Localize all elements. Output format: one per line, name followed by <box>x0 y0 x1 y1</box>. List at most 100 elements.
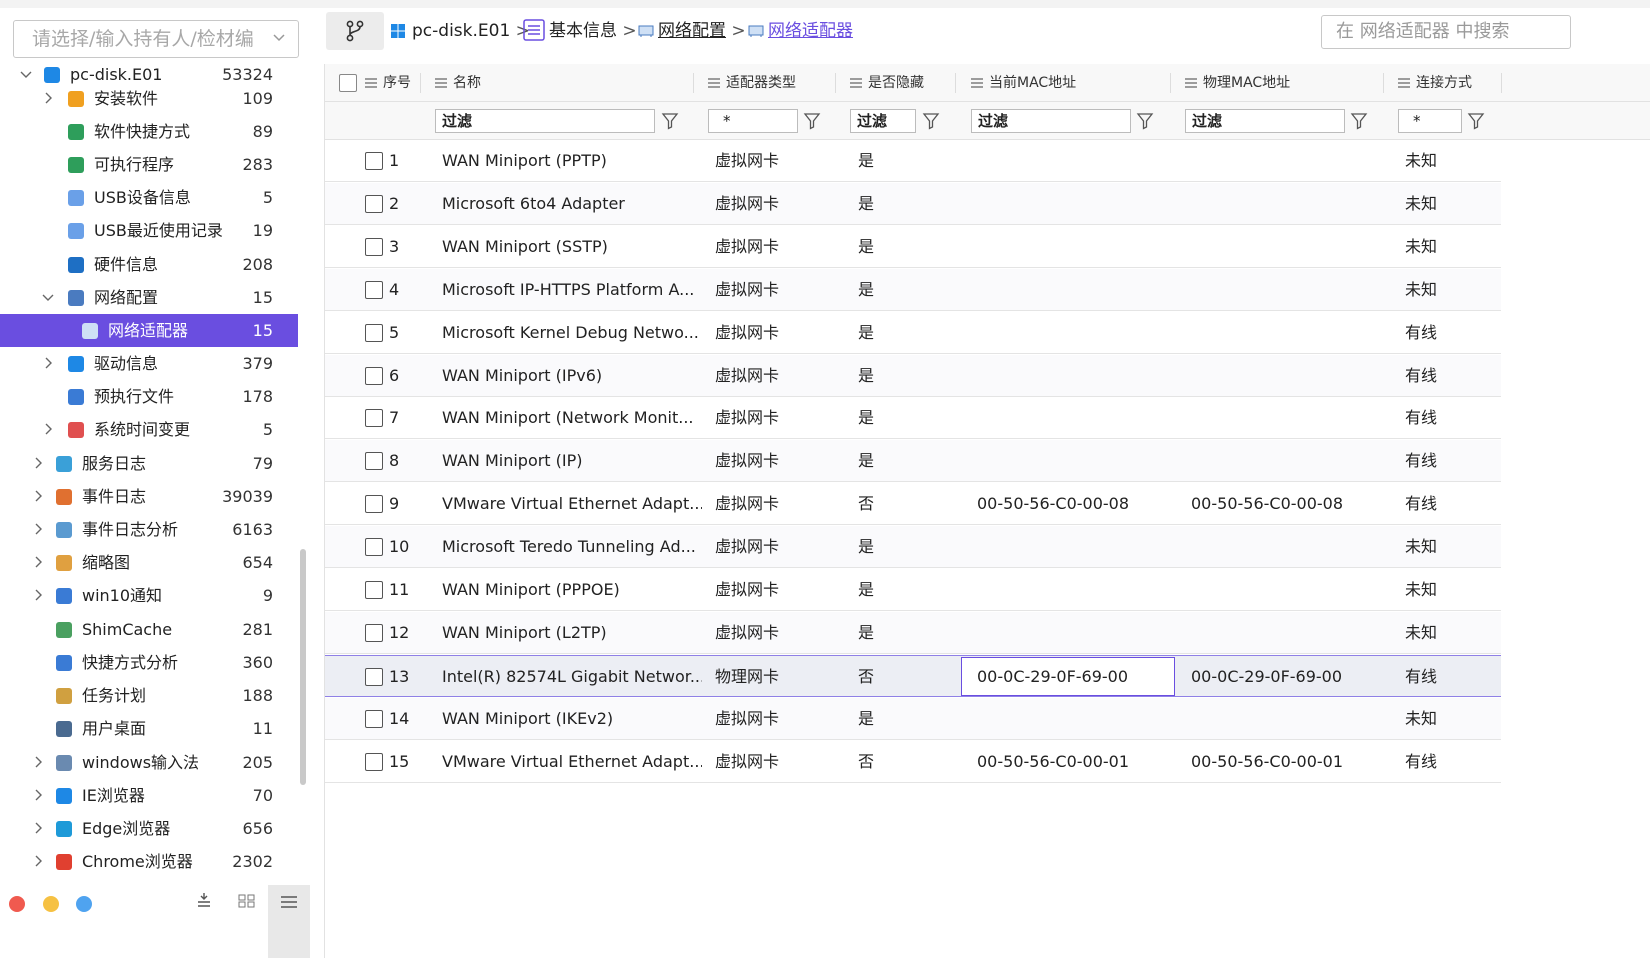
table-cell[interactable] <box>977 397 1177 439</box>
table-cell[interactable]: 9 <box>389 483 429 525</box>
column-resize-handle[interactable] <box>1501 73 1502 93</box>
table-cell[interactable]: 是 <box>858 355 968 397</box>
chevron-down-icon[interactable] <box>42 291 54 303</box>
minimize-window-dot[interactable] <box>43 896 59 912</box>
table-cell[interactable]: VMware Virtual Ethernet Adapt... <box>442 741 702 783</box>
column-header[interactable]: 适配器类型 <box>708 64 796 102</box>
row-checkbox[interactable] <box>365 581 383 599</box>
table-cell[interactable] <box>1191 440 1391 482</box>
row-checkbox[interactable] <box>365 667 383 686</box>
table-cell[interactable]: Microsoft Teredo Tunneling Ad... <box>442 526 702 568</box>
column-menu-icon[interactable] <box>850 78 862 88</box>
sidebar-item[interactable]: 硬件信息 208 <box>0 248 298 281</box>
table-cell[interactable] <box>977 698 1177 740</box>
row-checkbox[interactable] <box>365 194 383 213</box>
column-menu-icon[interactable] <box>971 78 983 88</box>
sidebar-item[interactable]: win10通知 9 <box>0 579 298 612</box>
table-cell[interactable] <box>1191 698 1391 740</box>
column-filter-input[interactable]: 过滤 <box>435 109 655 133</box>
column-resize-handle[interactable] <box>1383 73 1384 93</box>
table-cell[interactable]: 未知 <box>1405 569 1495 611</box>
branch-button[interactable] <box>326 12 384 50</box>
breadcrumb-item-network-config[interactable]: 网络配置 > <box>638 12 746 50</box>
row-checkbox[interactable] <box>365 709 383 728</box>
chevron-right-icon[interactable] <box>32 490 44 502</box>
table-cell[interactable]: 未知 <box>1405 140 1495 182</box>
table-cell[interactable]: 虚拟网卡 <box>715 397 845 439</box>
table-cell[interactable] <box>1191 397 1391 439</box>
sidebar-item[interactable]: 服务日志 79 <box>0 447 298 480</box>
table-cell[interactable]: 00-50-56-C0-00-01 <box>977 741 1177 783</box>
table-cell[interactable]: WAN Miniport (IKEv2) <box>442 698 702 740</box>
column-header[interactable]: 是否隐藏 <box>850 64 924 102</box>
table-cell[interactable]: Microsoft IP-HTTPS Platform A... <box>442 269 702 311</box>
row-checkbox[interactable] <box>365 495 383 514</box>
table-cell[interactable]: WAN Miniport (IP) <box>442 440 702 482</box>
table-row[interactable]: 3 WAN Miniport (SSTP) 虚拟网卡是 未知 <box>325 226 1501 268</box>
column-resize-handle[interactable] <box>1170 73 1171 93</box>
table-cell[interactable] <box>977 569 1177 611</box>
sidebar-item[interactable]: 预执行文件 178 <box>0 380 298 413</box>
column-header[interactable]: 当前MAC地址 <box>971 64 1076 102</box>
sidebar-item[interactable]: 网络适配器 15 <box>0 314 298 347</box>
row-checkbox[interactable] <box>365 237 383 256</box>
table-row[interactable]: 1 WAN Miniport (PPTP) 虚拟网卡是 未知 <box>325 140 1501 182</box>
filter-icon[interactable] <box>1467 112 1485 130</box>
column-filter-input[interactable]: 过滤 <box>971 109 1131 133</box>
table-cell[interactable]: 未知 <box>1405 526 1495 568</box>
sidebar-scrollbar[interactable] <box>300 549 306 785</box>
table-cell[interactable] <box>977 226 1177 268</box>
table-row[interactable]: 5 Microsoft Kernel Debug Netwo... 虚拟网卡是 有线 <box>325 312 1501 354</box>
filter-icon[interactable] <box>661 112 679 130</box>
column-resize-handle[interactable] <box>955 73 956 93</box>
column-menu-icon[interactable] <box>1185 78 1197 88</box>
chevron-right-icon[interactable] <box>32 822 44 834</box>
table-cell[interactable]: 有线 <box>1405 312 1495 354</box>
column-filter-input[interactable]: * <box>708 109 798 133</box>
sidebar-item[interactable]: 网络配置 15 <box>0 281 298 314</box>
table-cell[interactable]: 是 <box>858 140 968 182</box>
collapse-all-icon[interactable] <box>196 892 212 908</box>
row-checkbox[interactable] <box>365 152 383 170</box>
table-cell[interactable]: 3 <box>389 226 429 268</box>
filter-icon[interactable] <box>922 112 940 130</box>
column-filter-input[interactable]: 过滤 <box>850 109 916 133</box>
table-cell[interactable]: 4 <box>389 269 429 311</box>
table-cell[interactable]: 有线 <box>1405 483 1495 525</box>
table-cell[interactable]: 否 <box>858 656 968 698</box>
chevron-right-icon[interactable] <box>32 789 44 801</box>
table-cell[interactable]: 否 <box>858 483 968 525</box>
row-checkbox[interactable] <box>365 409 383 428</box>
table-cell[interactable]: 未知 <box>1405 269 1495 311</box>
table-row[interactable]: 13 Intel(R) 82574L Gigabit Networ... 物理网卡否… <box>325 654 1501 698</box>
row-checkbox[interactable] <box>365 452 383 471</box>
table-cell[interactable]: 是 <box>858 312 968 354</box>
maximize-window-dot[interactable] <box>76 896 92 912</box>
table-cell[interactable]: 有线 <box>1405 355 1495 397</box>
chevron-right-icon[interactable] <box>42 423 54 435</box>
table-cell[interactable] <box>1191 183 1391 225</box>
table-cell[interactable]: 虚拟网卡 <box>715 226 845 268</box>
column-filter-input[interactable]: * <box>1398 109 1462 133</box>
grid-view-icon[interactable] <box>238 894 256 908</box>
chevron-right-icon[interactable] <box>32 589 44 601</box>
table-cell[interactable] <box>1191 269 1391 311</box>
breadcrumb-item-network-adapter[interactable]: 网络适配器 <box>748 12 853 50</box>
row-checkbox[interactable] <box>365 280 383 299</box>
table-row[interactable]: 6 WAN Miniport (IPv6) 虚拟网卡是 有线 <box>325 354 1501 397</box>
chevron-right-icon[interactable] <box>42 92 54 104</box>
table-cell[interactable]: 虚拟网卡 <box>715 355 845 397</box>
table-cell[interactable]: 未知 <box>1405 612 1495 654</box>
table-row[interactable]: 7 WAN Miniport (Network Monit... 虚拟网卡是 有线 <box>325 397 1501 440</box>
table-cell[interactable]: WAN Miniport (Network Monit... <box>442 397 702 439</box>
table-cell[interactable]: 虚拟网卡 <box>715 440 845 482</box>
chevron-right-icon[interactable] <box>32 855 44 867</box>
row-checkbox[interactable] <box>365 366 383 385</box>
table-cell[interactable]: 8 <box>389 440 429 482</box>
table-cell[interactable]: 虚拟网卡 <box>715 526 845 568</box>
table-cell[interactable]: 12 <box>389 612 429 654</box>
table-cell[interactable]: 15 <box>389 741 429 783</box>
sidebar-item[interactable]: 安装软件 109 <box>0 82 298 115</box>
table-cell[interactable]: 是 <box>858 269 968 311</box>
table-cell[interactable]: 00-50-56-C0-00-01 <box>1191 741 1391 783</box>
